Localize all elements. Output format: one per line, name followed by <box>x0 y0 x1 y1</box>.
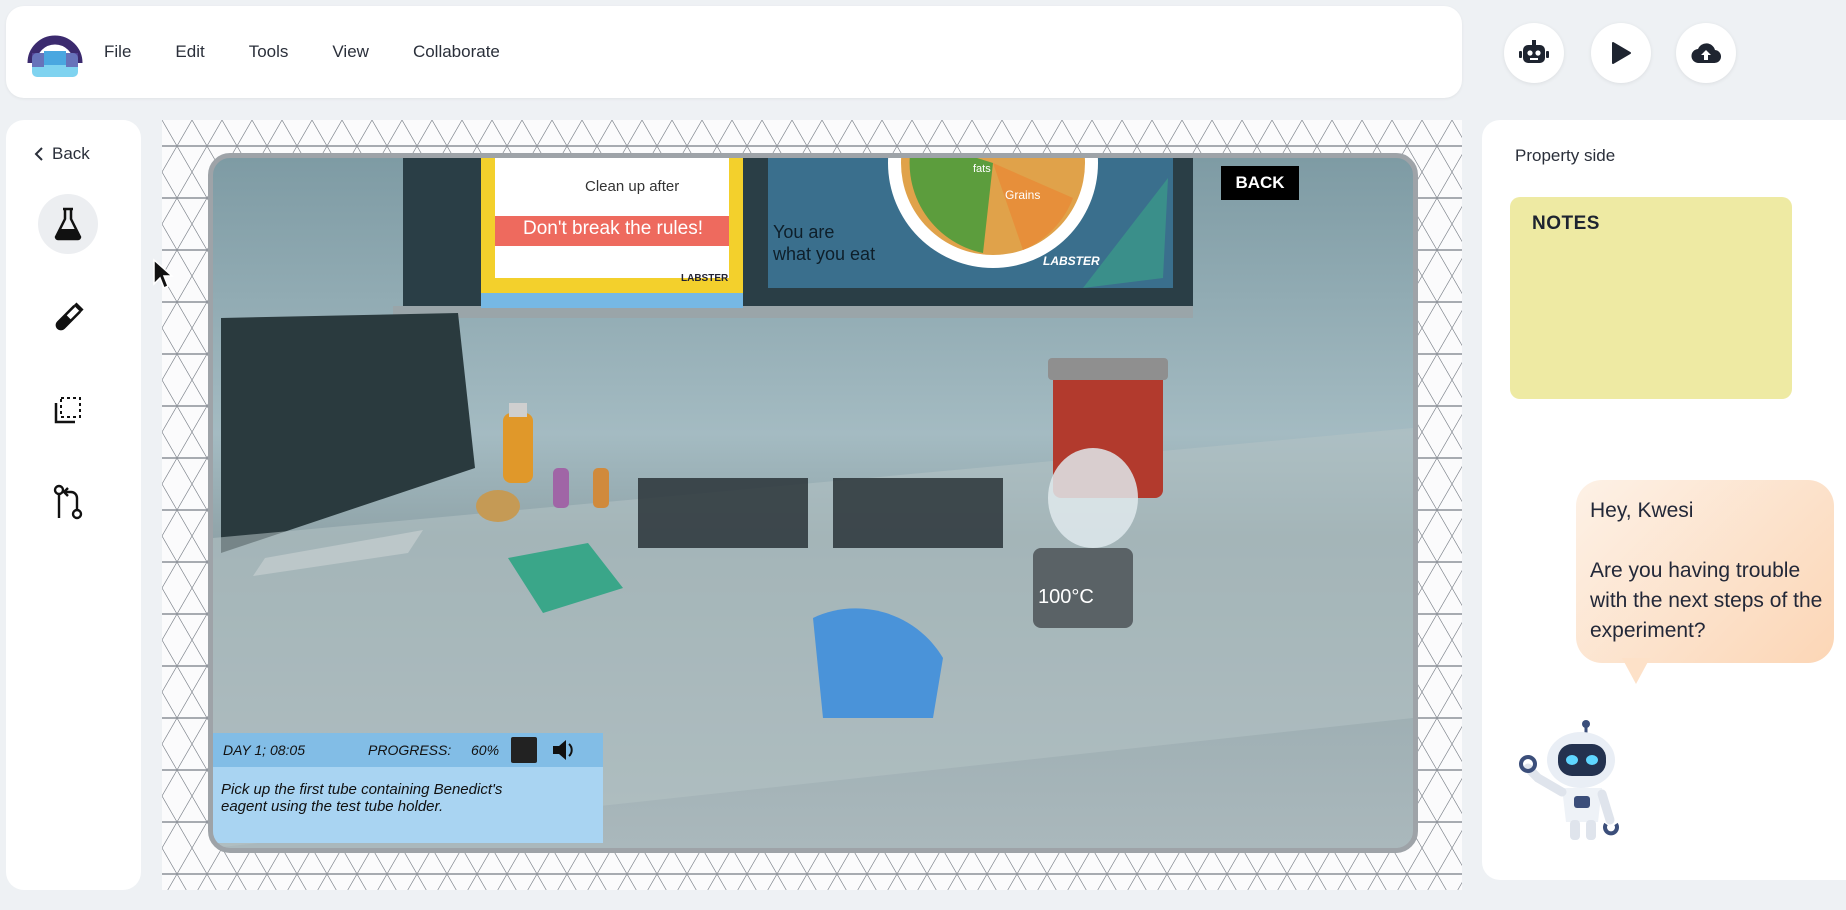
poster-rules-text: Don't break the rules! <box>523 218 703 239</box>
top-menu-bar: File Edit Tools View Collaborate <box>6 6 1462 98</box>
robot-icon <box>1519 40 1549 63</box>
menu-tools[interactable]: Tools <box>249 42 289 62</box>
notes-card[interactable]: NOTES <box>1510 197 1792 399</box>
play-icon <box>1612 42 1631 64</box>
select-tool[interactable] <box>38 380 98 440</box>
property-panel: Property side NOTES Hey, Kwesi Are you h… <box>1482 120 1846 880</box>
hud-day-time: DAY 1; 08:05 <box>223 742 305 758</box>
cloud-upload-icon <box>1691 43 1721 64</box>
notes-title: NOTES <box>1532 213 1600 234</box>
back-label: Back <box>52 144 90 163</box>
poster-right-brand: LABSTER <box>1043 254 1100 268</box>
game-hud: DAY 1; 08:05 PROGRESS: 60% Pick up the f… <box>213 733 603 843</box>
speaker-icon[interactable] <box>551 737 577 763</box>
branch-tool[interactable] <box>38 472 98 532</box>
lab-simulation-viewport[interactable]: Clean up after Don't break the rules! LA… <box>208 153 1418 853</box>
menu-view[interactable]: View <box>332 42 369 62</box>
test-tube-icon <box>55 302 84 331</box>
back-link[interactable]: Back <box>34 144 90 164</box>
test-tube-tool[interactable] <box>38 288 98 348</box>
chat-bubble-tail <box>1622 658 1650 684</box>
poster-you-are: You are <box>773 222 835 242</box>
scene-back-button[interactable]: BACK <box>1221 166 1299 200</box>
hud-progress-value: 60% <box>471 742 500 758</box>
selection-icon <box>54 397 81 424</box>
git-branch-icon <box>53 484 83 520</box>
heater-temperature: 100°C <box>1038 586 1094 608</box>
poster-clean-up-text: Clean up after <box>585 178 680 195</box>
flask-tool[interactable] <box>38 194 98 254</box>
poster-left-brand: LABSTER <box>681 273 729 284</box>
menu-edit[interactable]: Edit <box>175 42 204 62</box>
app-logo-icon <box>27 35 83 77</box>
menu-file[interactable]: File <box>104 42 131 62</box>
flask-icon <box>54 207 82 241</box>
play-button[interactable] <box>1591 23 1651 83</box>
hud-instruction: Pick up the first tube containing Benedi… <box>221 781 503 815</box>
assistant-bot-button[interactable] <box>1504 23 1564 83</box>
mouse-cursor-icon <box>153 258 174 290</box>
hud-progress-label: PROGRESS: <box>368 742 452 758</box>
tool-sidebar: Back <box>6 120 141 890</box>
chat-greeting: Hey, Kwesi <box>1590 499 1694 522</box>
chat-message: Are you having trouble with the next ste… <box>1590 559 1823 642</box>
poster-what-you-eat: what you eat <box>773 244 876 264</box>
assistant-chat-bubble: Hey, Kwesi Are you having trouble with t… <box>1576 480 1834 663</box>
property-panel-title: Property side <box>1515 146 1616 165</box>
plate-fats-label: fats <box>973 163 991 175</box>
upload-button[interactable] <box>1676 23 1736 83</box>
plate-grains-label: Grains <box>1005 188 1041 202</box>
calculator-icon[interactable] <box>511 737 537 763</box>
menu-collaborate[interactable]: Collaborate <box>413 42 500 62</box>
robot-assistant-avatar[interactable] <box>1516 720 1626 850</box>
chevron-left-icon <box>34 147 43 161</box>
